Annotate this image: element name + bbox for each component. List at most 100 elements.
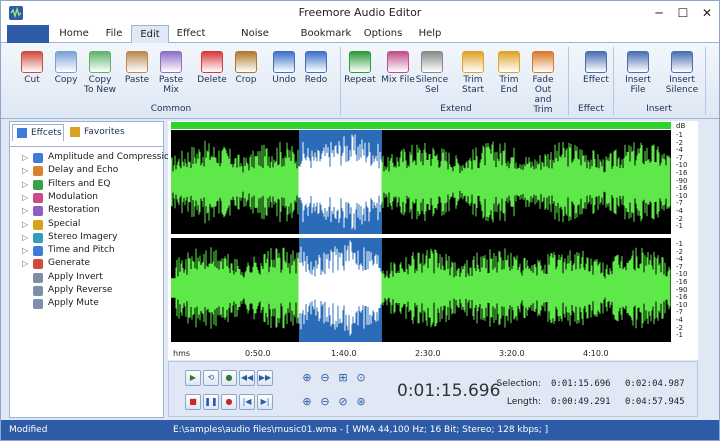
expand-arrow-icon[interactable]: ▷ [22,191,28,204]
window-title: Freemore Audio Editor [298,6,422,19]
record-button[interactable]: ● [221,394,237,410]
db-scale: dB -1 -1 -2 -2 -4 -4 -7 -7 -10 -10 -16 -16 -90 -90 -16… [673,121,698,343]
tab-edit[interactable]: Edit [131,25,169,44]
undo-button[interactable]: Undo [267,51,301,101]
zoom-out-horizontal-icon[interactable]: ⊖ [317,370,333,386]
tree-item[interactable]: ▷ Special [10,218,163,231]
trim-start-icon [462,51,484,73]
timeline-tick-label: 1:40.0 [331,349,357,358]
redo-button[interactable]: Redo [299,51,333,101]
rewind-button[interactable]: ◀◀ [239,370,255,386]
pause-button[interactable]: ❚❚ [203,394,219,410]
waveform-display[interactable] [171,130,671,342]
ribbon-button-label: Undo [272,75,296,85]
ribbon-button-label: Insert File [625,75,651,95]
ribbon-button-label: Copy To New [84,75,116,95]
zoom-in-horizontal-icon[interactable]: ⊕ [299,370,315,386]
loop-button[interactable]: ⟲ [203,370,219,386]
insert-file-button[interactable]: Insert File [621,51,655,101]
maximize-button[interactable]: ☐ [672,4,694,22]
stop-button[interactable]: ■ [185,394,201,410]
title-bar: Freemore Audio Editor ─ ☐ ✕ [1,1,719,25]
ribbon-button-label: Delete [197,75,227,85]
zoom-full-icon[interactable]: ⊙ [353,370,369,386]
length-label: Length: [506,397,541,407]
tab-effect[interactable]: Effect [171,25,211,43]
tree-item[interactable]: ▷ Modulation [10,191,163,204]
ribbon-button-label: Repeat [344,75,376,85]
zoom-selection-icon[interactable]: ⊞ [335,370,351,386]
go-end-button[interactable]: ▶| [257,394,273,410]
copy-to-new-button[interactable]: Copy To New [83,51,117,101]
favorites-tab-icon [70,127,80,137]
tab-options[interactable]: Options [359,25,407,43]
expand-arrow-icon[interactable]: ▷ [22,257,28,270]
paste-button[interactable]: Paste [120,51,154,101]
expand-arrow-icon[interactable]: ▷ [22,244,28,257]
expand-arrow-icon[interactable]: ▷ [22,218,28,231]
tree-item[interactable]: Apply Mute [10,297,163,310]
delete-button[interactable]: Delete [195,51,229,101]
group-label-common: Common [150,104,192,114]
expand-arrow-icon[interactable]: ▷ [22,178,28,191]
play-button[interactable]: ▶ [185,370,201,386]
crop-button[interactable]: Crop [229,51,263,101]
tree-item[interactable]: ▷ Time and Pitch [10,244,163,257]
minimize-button[interactable]: ─ [648,4,670,22]
time-ruler[interactable]: hms 0:50.0 1:40.0 2:30.0 3:20.0 4:10.0 [171,343,671,359]
db-tick-label: -1 [676,222,683,231]
tab-home[interactable]: Home [53,25,95,43]
insert-silence-button[interactable]: Insert Silence [665,51,699,101]
zoom-right-icon[interactable]: ⊛ [353,394,369,410]
app-window: Freemore Audio Editor ─ ☐ ✕ Home File Ed… [0,0,720,441]
repeat-button[interactable]: Repeat [343,51,377,101]
zoom-in-vertical-icon[interactable]: ⊕ [299,394,315,410]
tree-item[interactable]: ▷ Stereo Imagery [10,231,163,244]
tree-item-label: Modulation [48,191,98,202]
ribbon-button-label: Effect [583,75,609,85]
tree-item[interactable]: ▷ Delay and Echo [10,164,163,177]
fade-trim-button[interactable]: Fade Out and Trim [526,51,560,115]
selection-length-value: 0:00:49.291 [551,397,611,407]
panel-tab-effects[interactable]: Effcets [12,124,64,141]
zoom-out-vertical-icon[interactable]: ⊖ [317,394,333,410]
scissors-button[interactable]: Cut [15,51,49,101]
close-button[interactable]: ✕ [696,4,718,22]
tree-item-label: Filters and EQ [48,178,111,189]
ribbon-button-label: Trim End [499,75,519,95]
effect-button[interactable]: Effect [579,51,613,101]
go-start-button[interactable]: |◀ [239,394,255,410]
tree-item[interactable]: ▷ Restoration [10,204,163,217]
tree-item[interactable]: ▷ Filters and EQ [10,178,163,191]
insert-silence-icon [671,51,693,73]
expand-arrow-icon[interactable]: ▷ [22,231,28,244]
tab-bookmark[interactable]: Bookmark [299,25,353,43]
zoom-left-icon[interactable]: ⊘ [335,394,351,410]
play-selection-button[interactable]: ● [221,370,237,386]
expand-arrow-icon[interactable]: ▷ [22,204,28,217]
tree-item-label: Apply Invert [48,271,103,282]
tab-file[interactable]: File [97,25,131,43]
tree-item-label: Time and Pitch [48,245,115,256]
expand-arrow-icon[interactable]: ▷ [22,164,28,177]
paste-mix-button[interactable]: Paste Mix [154,51,188,101]
copy-button[interactable]: Copy [49,51,83,101]
tab-help[interactable]: Help [413,25,447,43]
panel-tab-favorites[interactable]: Favorites [66,124,128,141]
copy-to-new-icon [89,51,111,73]
expand-arrow-icon[interactable]: ▷ [22,151,28,164]
scissors-icon [21,51,43,73]
quick-access-bar[interactable] [7,25,49,43]
overview-bar[interactable] [171,122,671,129]
tree-item[interactable]: ▷ Generate [10,257,163,270]
trim-end-button[interactable]: Trim End [492,51,526,101]
trim-start-button[interactable]: Trim Start [456,51,490,101]
tree-item[interactable]: Apply Invert [10,271,163,284]
forward-button[interactable]: ▶▶ [257,370,273,386]
tree-item[interactable]: Apply Reverse [10,284,163,297]
tab-noise-reduction[interactable]: Noise Reduction [215,25,295,56]
silence-button[interactable]: Silence Sel [415,51,449,101]
mix-file-button[interactable]: Mix File [381,51,415,101]
delete-icon [201,51,223,73]
tree-item[interactable]: ▷ Amplitude and Compression [10,151,175,164]
